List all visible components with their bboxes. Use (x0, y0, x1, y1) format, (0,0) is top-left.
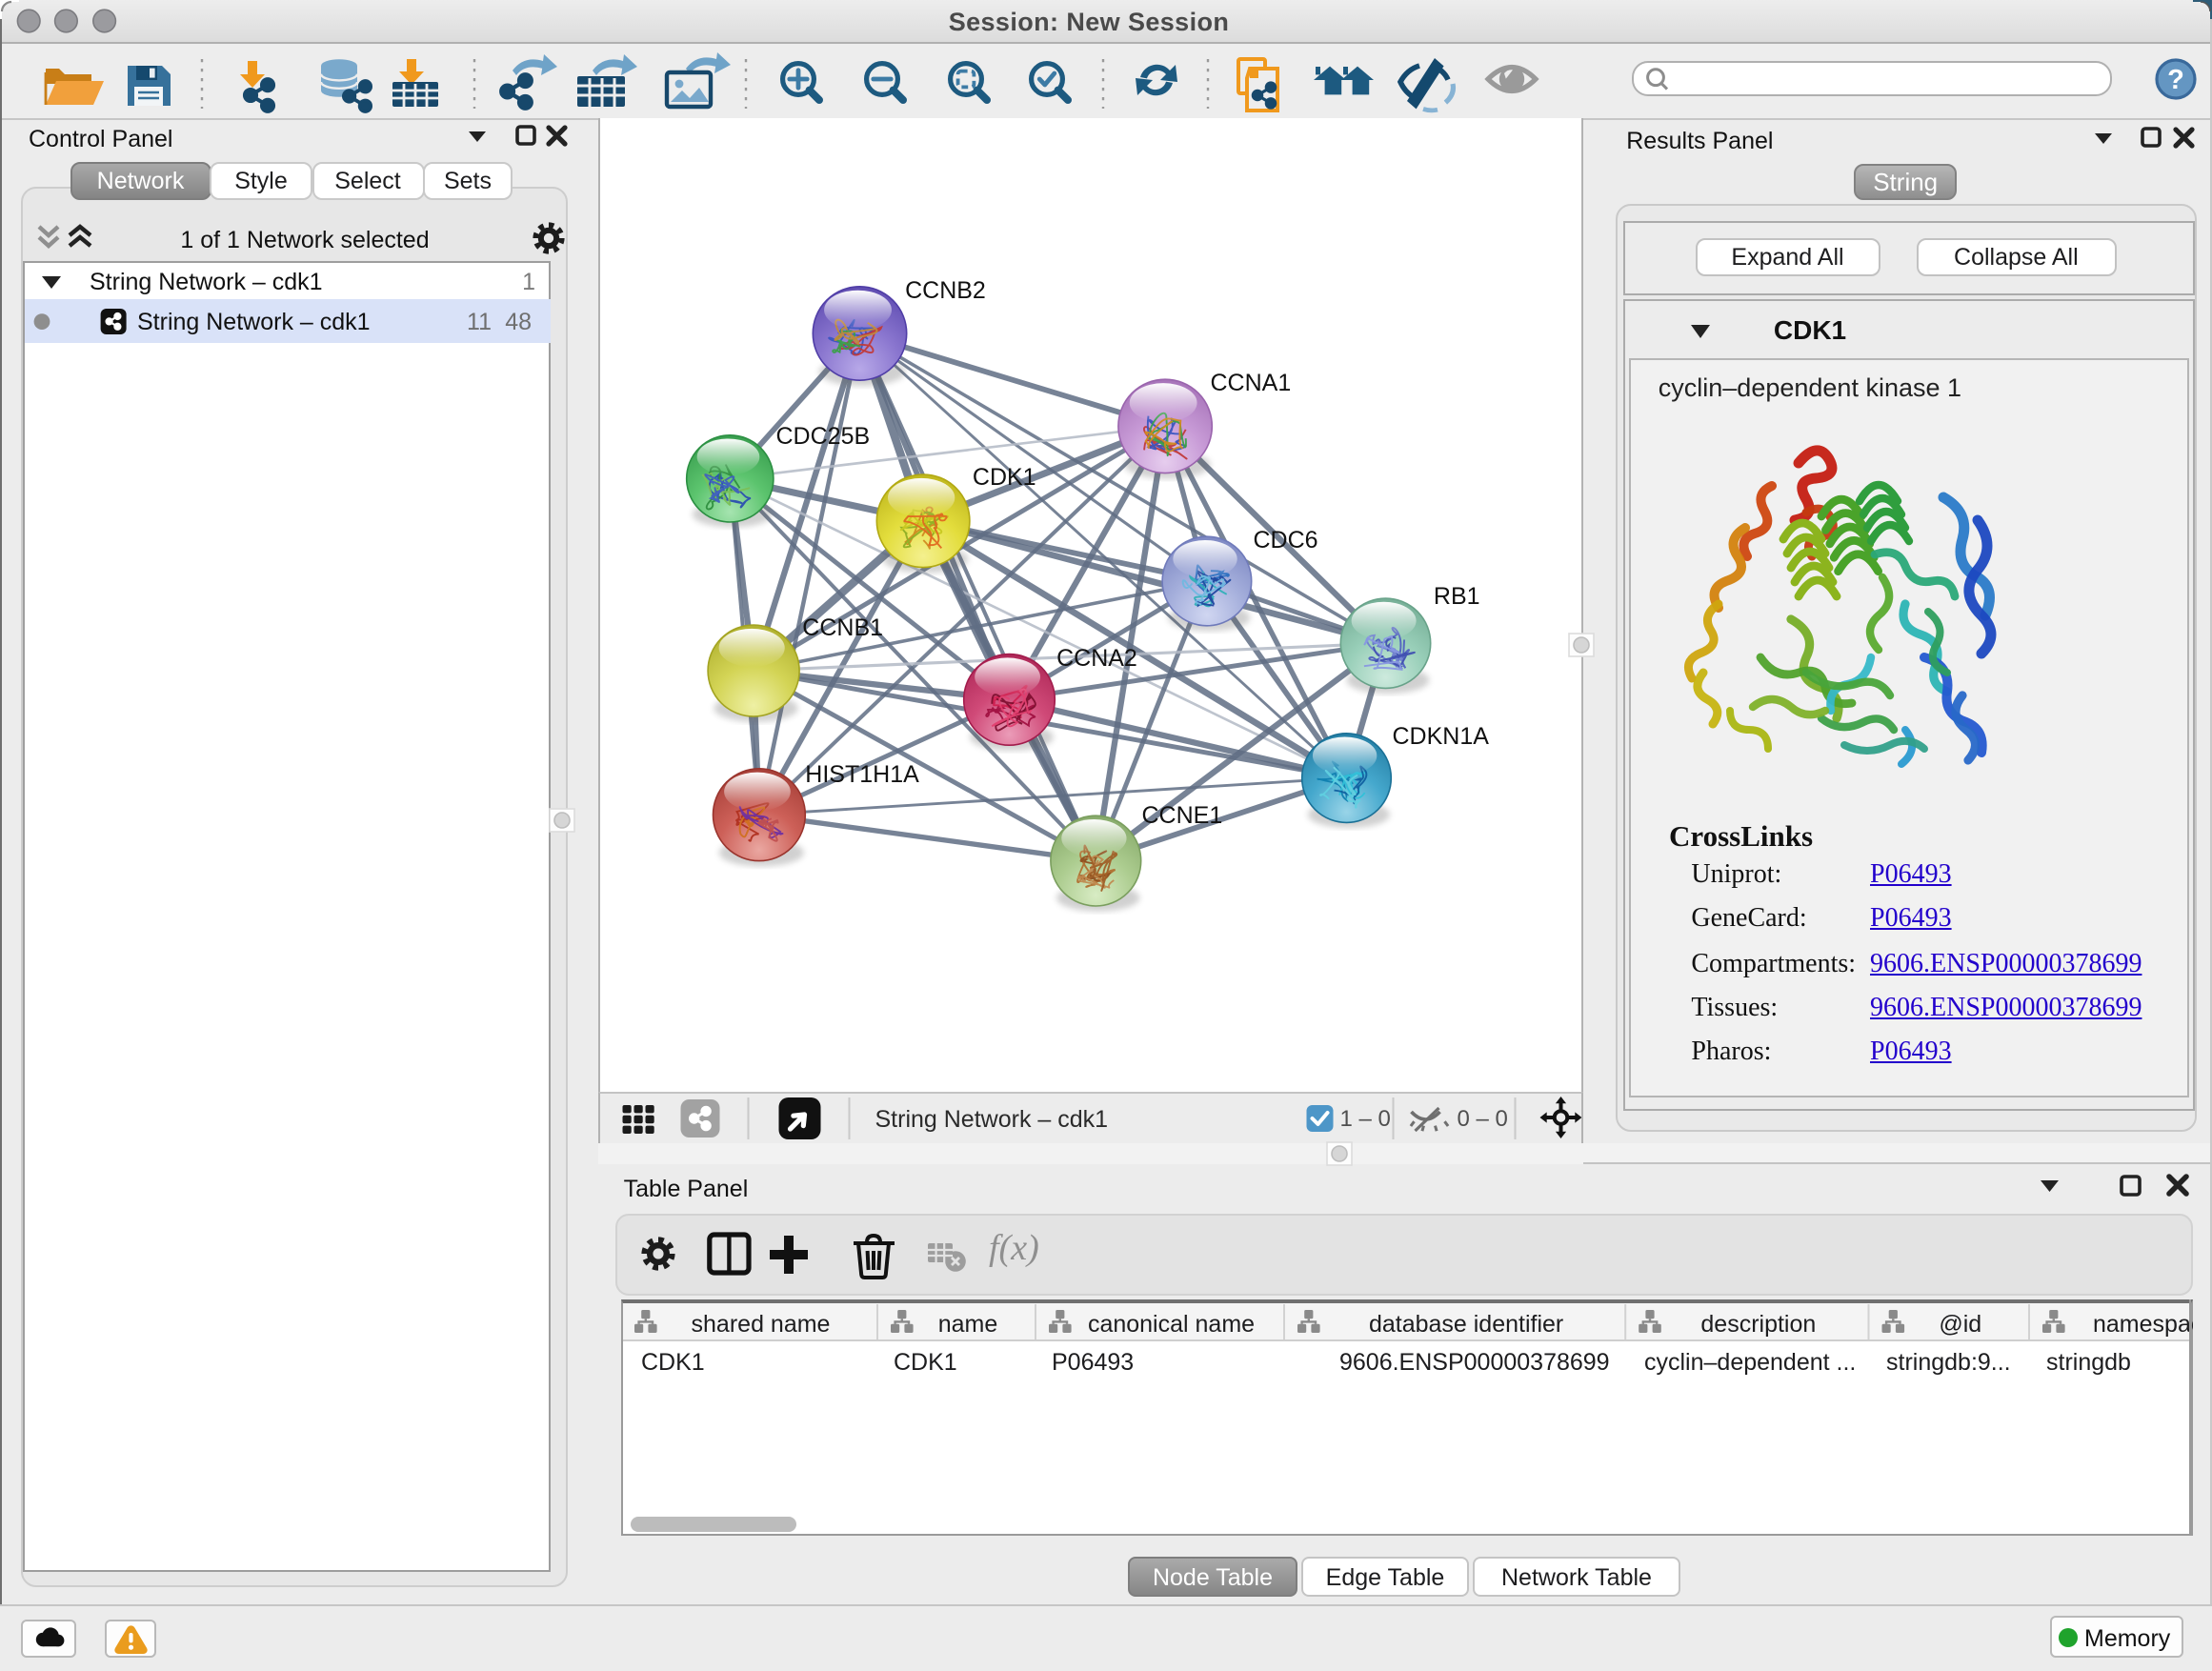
svg-text:description: description (1699, 1311, 1815, 1338)
svg-text:CCNA2: CCNA2 (1057, 645, 1138, 672)
svg-text:RB1: RB1 (1434, 583, 1480, 610)
svg-text:database identifier: database identifier (1368, 1311, 1562, 1338)
svg-text:name: name (937, 1311, 997, 1338)
svg-text:canonical name: canonical name (1087, 1311, 1254, 1338)
svg-text:CCNE1: CCNE1 (1142, 802, 1223, 829)
svg-text:@id: @id (1938, 1311, 1981, 1338)
svg-text:namespace: namespace (2092, 1311, 2192, 1338)
svg-text:HIST1H1A: HIST1H1A (806, 761, 920, 788)
svg-text:CDC25B: CDC25B (776, 423, 871, 450)
svg-text:CDC6: CDC6 (1254, 527, 1318, 554)
svg-text:1 – 0: 1 – 0 (1340, 1106, 1391, 1132)
svg-text:String Network – cdk1: String Network – cdk1 (875, 1106, 1109, 1133)
svg-text:?: ? (2167, 65, 2184, 95)
svg-text:shared name: shared name (691, 1311, 830, 1338)
svg-text:CCNB1: CCNB1 (803, 614, 884, 641)
svg-text:CDKN1A: CDKN1A (1393, 723, 1490, 750)
svg-text:CCNB2: CCNB2 (906, 277, 987, 304)
svg-text:CDK1: CDK1 (973, 464, 1036, 491)
svg-text:0 – 0: 0 – 0 (1458, 1106, 1508, 1132)
svg-text:CCNA1: CCNA1 (1211, 370, 1292, 396)
